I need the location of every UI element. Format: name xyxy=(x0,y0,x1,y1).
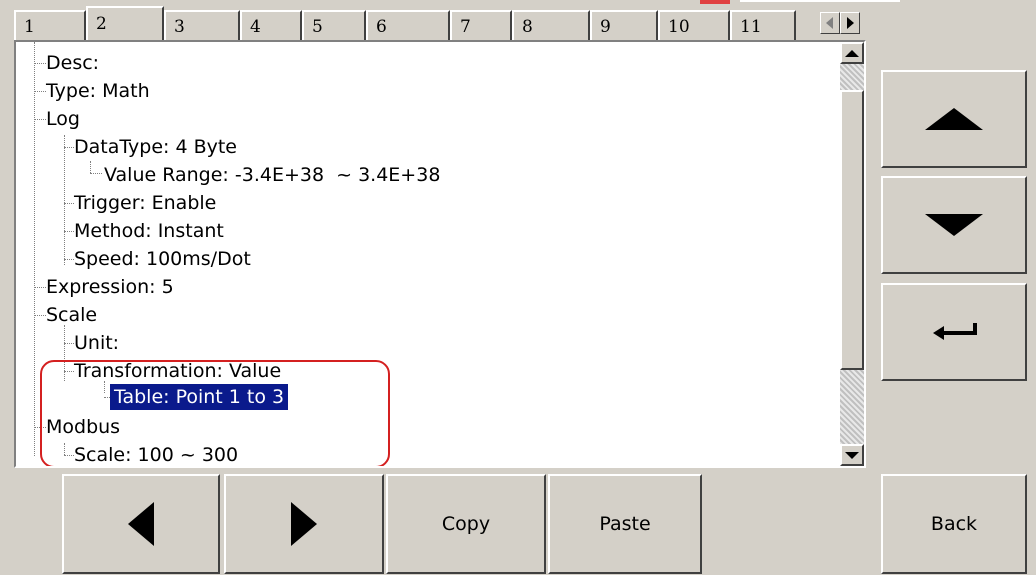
tab-scroll-left-button[interactable] xyxy=(820,12,840,34)
tree-item-scale[interactable]: Scale xyxy=(46,302,97,328)
tab-8[interactable]: 8 xyxy=(512,10,590,40)
tree-view[interactable]: Desc: Type: Math Log DataType: 4 Byte Va… xyxy=(14,40,866,468)
down-arrow-icon xyxy=(925,214,983,236)
tree-connector xyxy=(64,259,74,260)
tab-strip: 1 2 3 4 5 6 7 8 9 10 11 xyxy=(14,6,866,40)
tree-connector xyxy=(34,42,35,456)
tree-item-unit[interactable]: Unit: xyxy=(74,330,119,356)
vertical-scrollbar[interactable] xyxy=(840,42,864,466)
tree-connector xyxy=(34,63,46,64)
tab-label: 10 xyxy=(668,17,690,37)
tree-item-type[interactable]: Type: Math xyxy=(46,78,150,104)
tab-4[interactable]: 4 xyxy=(240,10,302,40)
right-arrow-icon xyxy=(291,502,317,546)
tree-connector xyxy=(64,203,74,204)
scroll-up-icon xyxy=(845,50,859,57)
tree-connector xyxy=(34,119,46,120)
tree-connector xyxy=(64,343,74,344)
move-down-button[interactable] xyxy=(881,176,1027,274)
tab-label: 5 xyxy=(312,17,323,37)
tree-item-method[interactable]: Method: Instant xyxy=(74,218,224,244)
paste-button-label: Paste xyxy=(599,513,651,535)
tree-connector xyxy=(34,287,46,288)
annotation-highlight xyxy=(40,360,390,466)
tree-connector xyxy=(34,91,46,92)
scroll-down-button[interactable] xyxy=(840,444,864,466)
tree-item-desc[interactable]: Desc: xyxy=(46,50,99,76)
previous-button[interactable] xyxy=(62,474,220,574)
tab-6[interactable]: 6 xyxy=(366,10,450,40)
enter-button[interactable] xyxy=(881,283,1027,381)
tab-2[interactable]: 2 xyxy=(86,6,164,40)
tab-label: 4 xyxy=(250,17,261,37)
chevron-right-icon xyxy=(847,17,854,29)
tree-connector xyxy=(34,315,46,316)
tab-label: 8 xyxy=(522,17,533,37)
copy-button-label: Copy xyxy=(441,513,491,535)
chevron-left-icon xyxy=(826,17,833,29)
tab-10[interactable]: 10 xyxy=(658,10,730,40)
top-accent-line xyxy=(700,0,730,4)
back-button[interactable]: Back xyxy=(881,474,1027,574)
move-up-button[interactable] xyxy=(881,70,1027,168)
back-button-label: Back xyxy=(930,513,978,535)
tree-item-speed[interactable]: Speed: 100ms/Dot xyxy=(74,246,251,272)
tab-scroll-right-button[interactable] xyxy=(840,12,860,34)
tree-connector xyxy=(90,161,91,173)
top-divider-line xyxy=(740,0,900,2)
tab-label: 2 xyxy=(96,14,107,34)
enter-icon xyxy=(933,323,977,340)
next-button[interactable] xyxy=(224,474,384,574)
tab-11[interactable]: 11 xyxy=(730,10,796,40)
paste-button[interactable]: Paste xyxy=(548,474,702,574)
tab-1[interactable]: 1 xyxy=(14,10,86,40)
tab-label: 9 xyxy=(600,17,611,37)
tab-3[interactable]: 3 xyxy=(164,10,240,40)
left-arrow-icon xyxy=(128,502,154,546)
tab-label: 1 xyxy=(24,17,35,37)
tree-item-trigger[interactable]: Trigger: Enable xyxy=(74,190,216,216)
copy-button[interactable]: Copy xyxy=(386,474,546,574)
tree-connector xyxy=(90,173,102,174)
scrollbar-thumb[interactable] xyxy=(840,90,864,370)
tab-9[interactable]: 9 xyxy=(590,10,658,40)
tree-connector xyxy=(64,231,74,232)
tree-item-value-range[interactable]: Value Range: -3.4E+38 ~ 3.4E+38 xyxy=(104,162,440,188)
tab-label: 7 xyxy=(460,17,471,37)
tab-7[interactable]: 7 xyxy=(450,10,512,40)
up-arrow-icon xyxy=(925,108,983,130)
tree-connector xyxy=(64,147,74,148)
tab-label: 11 xyxy=(740,17,762,37)
tree-item-log[interactable]: Log xyxy=(46,106,80,132)
tree-connector xyxy=(64,135,65,265)
tab-label: 6 xyxy=(376,17,387,37)
tree-item-expression[interactable]: Expression: 5 xyxy=(46,274,174,300)
tab-label: 3 xyxy=(174,17,185,37)
tree-item-datatype[interactable]: DataType: 4 Byte xyxy=(74,134,237,160)
tab-5[interactable]: 5 xyxy=(302,10,366,40)
scroll-down-icon xyxy=(845,452,859,459)
scroll-up-button[interactable] xyxy=(840,42,864,64)
